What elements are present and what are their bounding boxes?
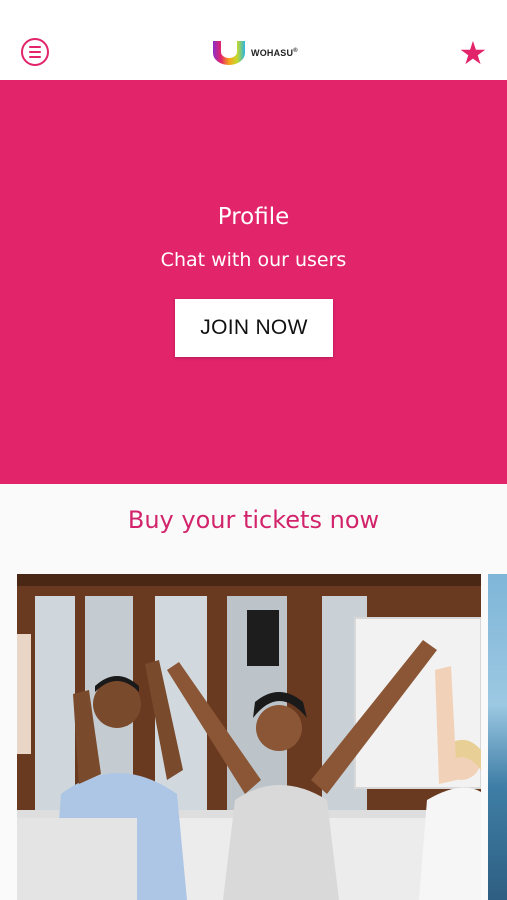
sea-mountain-photo[interactable]	[488, 574, 507, 900]
wohasu-logo-mark-icon	[213, 41, 245, 65]
app-header: WOHASU ® ★	[0, 0, 507, 80]
menu-line	[29, 46, 41, 48]
menu-line	[29, 56, 41, 58]
logo-registered-mark: ®	[293, 48, 298, 54]
office-photo-illustration	[17, 574, 481, 900]
people-celebrating-office-photo[interactable]	[17, 574, 481, 900]
join-now-button[interactable]: JOIN NOW	[175, 299, 333, 357]
hero-title: Profile	[217, 204, 290, 230]
tickets-heading: Buy your tickets now	[127, 506, 380, 534]
hamburger-menu-icon[interactable]	[21, 38, 49, 66]
profile-hero: Profile Chat with our users JOIN NOW	[0, 80, 507, 484]
tickets-section: Buy your tickets now	[0, 484, 507, 900]
logo-text: WOHASU	[251, 48, 294, 58]
star-icon[interactable]: ★	[456, 36, 490, 70]
wohasu-logo[interactable]: WOHASU ®	[211, 38, 298, 68]
hero-subtitle: Chat with our users	[160, 249, 347, 271]
menu-line	[29, 51, 41, 53]
